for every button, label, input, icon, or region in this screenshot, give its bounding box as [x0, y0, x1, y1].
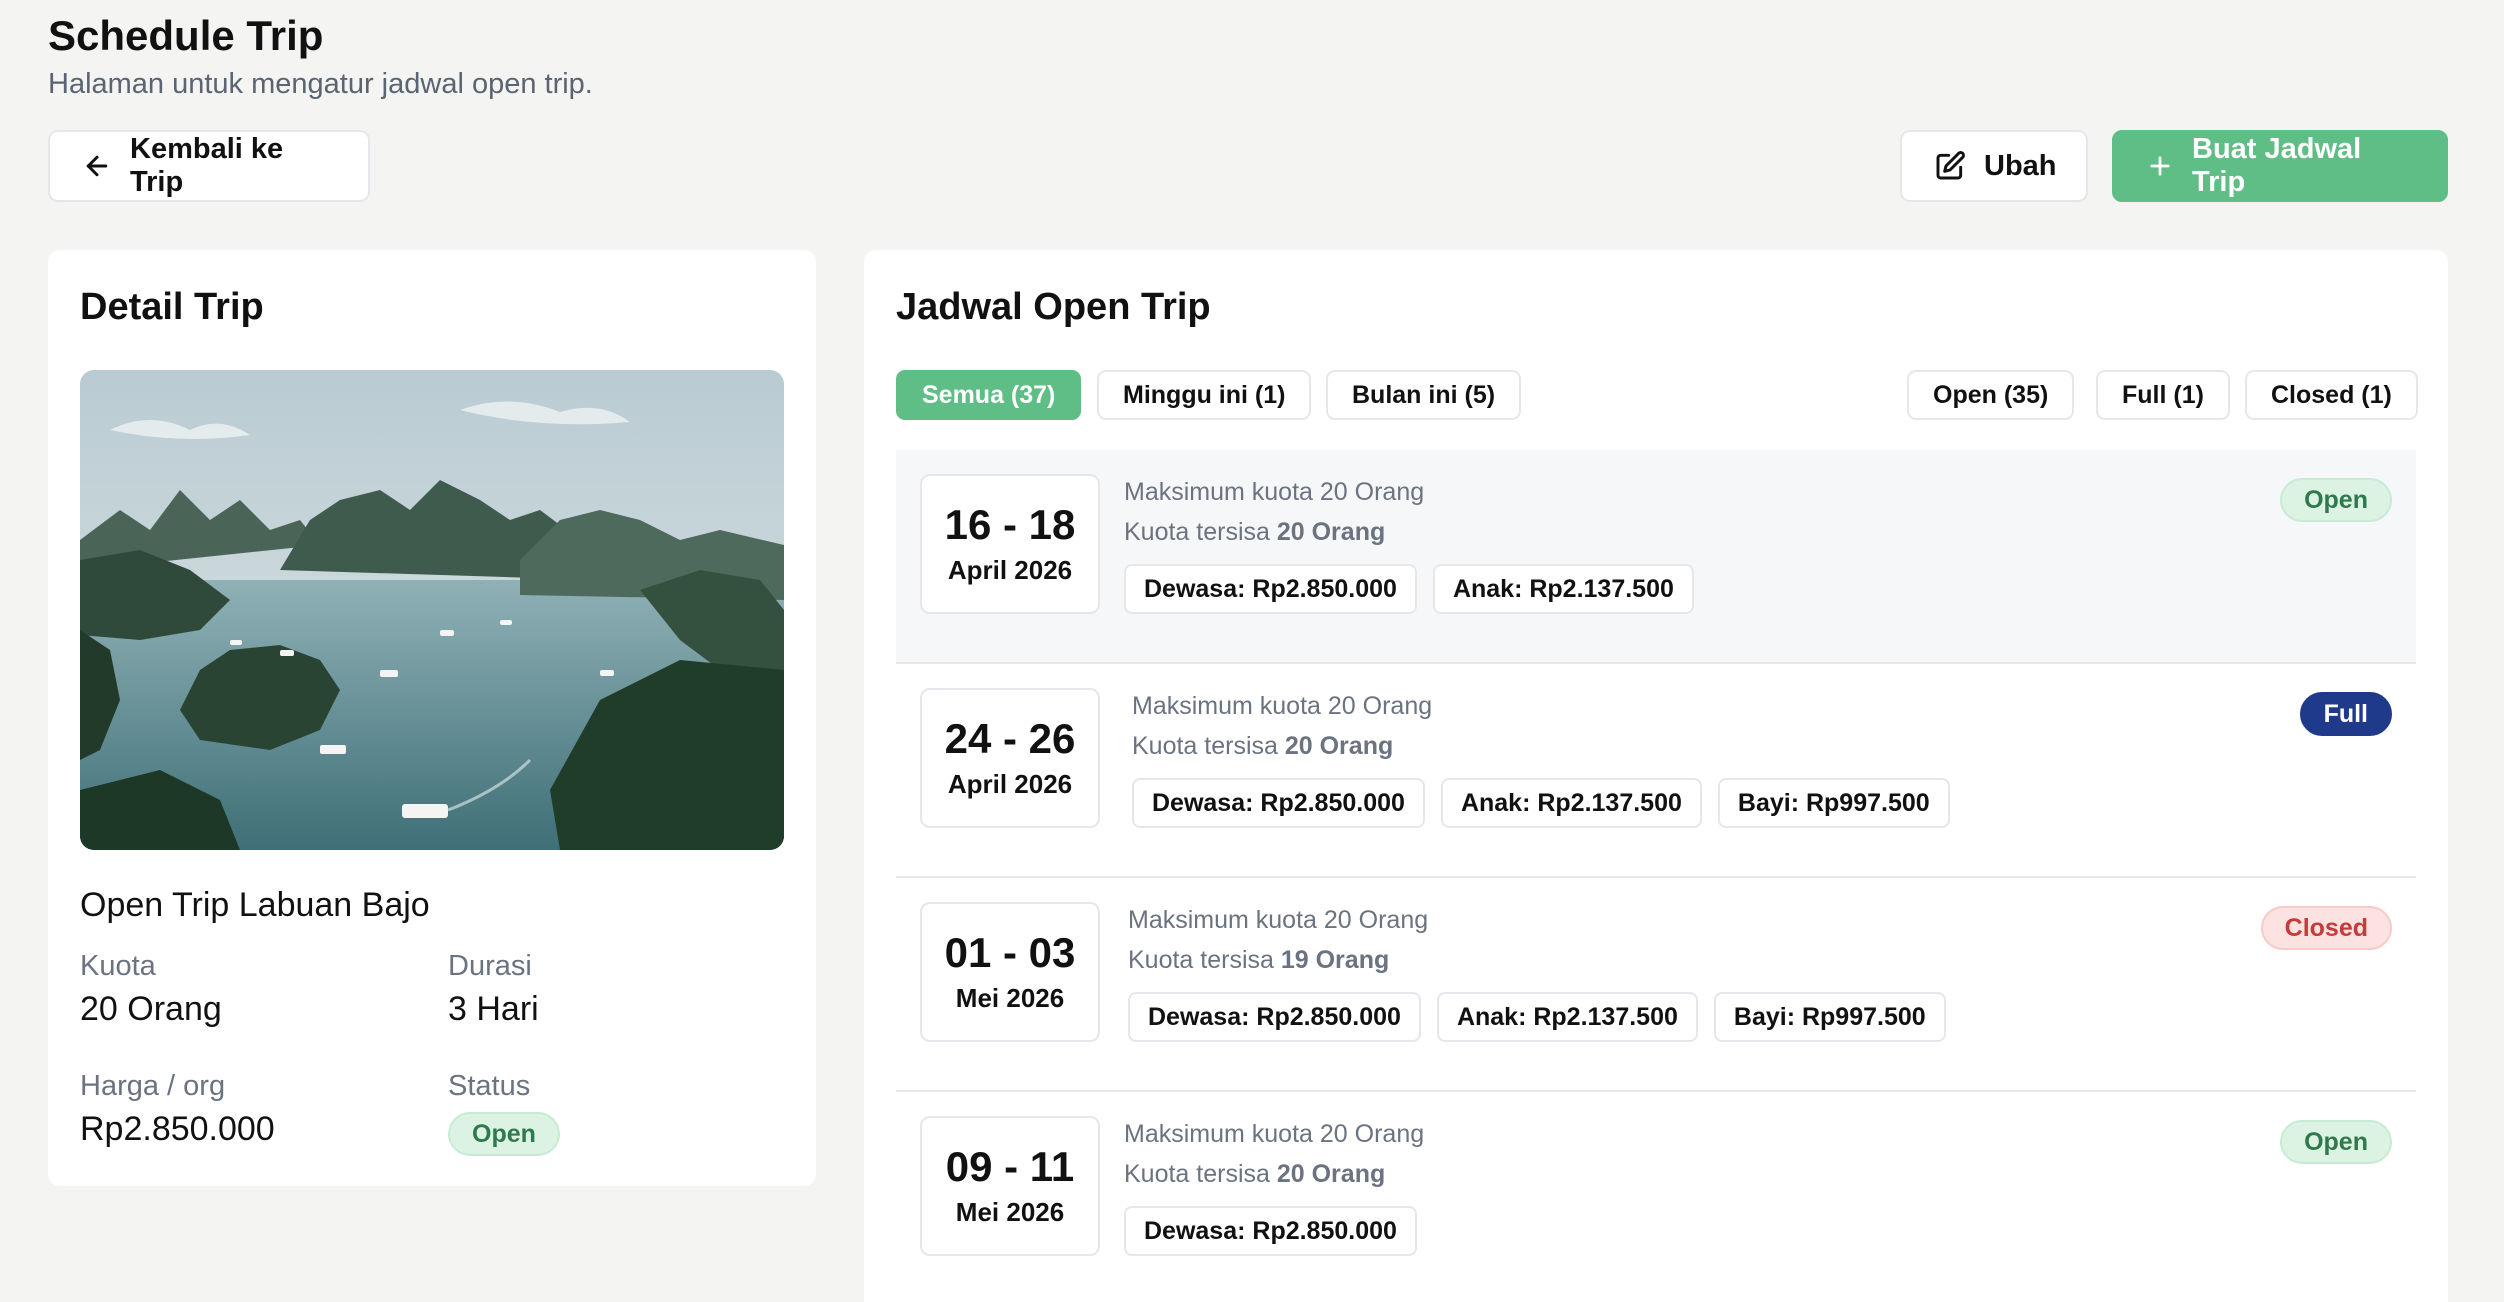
- price-tag-infant: Bayi: Rp997.500: [1717, 778, 1950, 828]
- date-range: 09 - 11: [945, 1143, 1075, 1191]
- price-tag-child: Anak: Rp2.137.500: [1436, 992, 1698, 1042]
- date-range: 16 - 18: [944, 501, 1076, 549]
- price-tags: Dewasa: Rp2.850.000 Anak: Rp2.137.500: [1124, 564, 1694, 614]
- date-box: 16 - 18 April 2026: [920, 474, 1100, 614]
- remaining-quota: Kuota tersisa 20 Orang: [1124, 518, 1386, 546]
- max-quota: Maksimum kuota 20 Orang: [1124, 1120, 1425, 1148]
- date-month: Mei 2026: [955, 1196, 1065, 1227]
- schedule-row[interactable]: 09 - 11 Mei 2026 Maksimum kuota 20 Orang…: [896, 1092, 2416, 1302]
- remaining-quota: Kuota tersisa 20 Orang: [1132, 732, 1394, 760]
- price-tag-child: Anak: Rp2.137.500: [1432, 564, 1694, 614]
- price-tag-adult: Dewasa: Rp2.850.000: [1124, 1206, 1417, 1256]
- back-to-trip-button[interactable]: Kembali ke Trip: [48, 130, 370, 202]
- max-quota: Maksimum kuota 20 Orang: [1132, 692, 1433, 720]
- date-box: 09 - 11 Mei 2026: [920, 1116, 1100, 1256]
- price-tags: Dewasa: Rp2.850.000 Anak: Rp2.137.500 Ba…: [1128, 992, 1946, 1042]
- trip-image: [80, 370, 784, 850]
- create-schedule-label: Buat Jadwal Trip: [2192, 133, 2362, 198]
- filter-closed[interactable]: Closed (1): [2245, 370, 2418, 420]
- price-tags: Dewasa: Rp2.850.000 Anak: Rp2.137.500 Ba…: [1132, 778, 1950, 828]
- edit-icon: [1934, 150, 1966, 182]
- edit-button[interactable]: Ubah: [1900, 130, 2088, 202]
- quota-label: Kuota: [80, 950, 156, 982]
- remaining-quota: Kuota tersisa 19 Orang: [1128, 946, 1390, 974]
- price-tags: Dewasa: Rp2.850.000: [1124, 1206, 1424, 1256]
- filter-open[interactable]: Open (35): [1907, 370, 2075, 420]
- filter-all[interactable]: Semua (37): [896, 370, 1082, 420]
- date-month: Mei 2026: [955, 982, 1065, 1013]
- status-badge: Open: [448, 1112, 560, 1156]
- date-box: 24 - 26 April 2026: [920, 688, 1100, 828]
- remaining-quota: Kuota tersisa 20 Orang: [1124, 1160, 1386, 1188]
- plus-icon: [2146, 152, 2174, 180]
- max-quota: Maksimum kuota 20 Orang: [1128, 906, 1429, 934]
- row-info: Maksimum kuota 20 Orang Kuota tersisa 20…: [1132, 686, 1950, 828]
- quota-value: 20 Orang: [80, 990, 222, 1028]
- trip-name: Open Trip Labuan Bajo: [80, 886, 430, 924]
- price-tag-adult: Dewasa: Rp2.850.000: [1132, 778, 1425, 828]
- status-label: Status: [448, 1070, 531, 1102]
- schedule-title: Jadwal Open Trip: [896, 286, 1211, 328]
- date-range: 01 - 03: [944, 929, 1076, 977]
- detail-trip-title: Detail Trip: [80, 286, 264, 328]
- status-badge: Full: [2299, 692, 2392, 736]
- page-title: Schedule Trip: [48, 12, 324, 59]
- price-tag-adult: Dewasa: Rp2.850.000: [1124, 564, 1417, 614]
- max-quota: Maksimum kuota 20 Orang: [1124, 478, 1425, 506]
- price-label: Harga / org: [80, 1070, 226, 1102]
- duration-label: Durasi: [448, 950, 532, 982]
- schedule-row[interactable]: 01 - 03 Mei 2026 Maksimum kuota 20 Orang…: [896, 878, 2416, 1092]
- create-schedule-button[interactable]: Buat Jadwal Trip: [2112, 130, 2448, 202]
- schedule-row[interactable]: 16 - 18 April 2026 Maksimum kuota 20 Ora…: [896, 450, 2416, 664]
- price-tag-adult: Dewasa: Rp2.850.000: [1128, 992, 1421, 1042]
- date-month: April 2026: [947, 768, 1073, 799]
- back-to-trip-label: Kembali ke Trip: [130, 133, 284, 198]
- edit-label: Ubah: [1984, 149, 2057, 182]
- date-range: 24 - 26: [944, 715, 1076, 763]
- date-box: 01 - 03 Mei 2026: [920, 902, 1100, 1042]
- price-value: Rp2.850.000: [80, 1110, 275, 1148]
- filter-this-month[interactable]: Bulan ini (5): [1326, 370, 1522, 420]
- schedule-trip-page: Schedule Trip Halaman untuk mengatur jad…: [0, 0, 2504, 1302]
- price-tag-infant: Bayi: Rp997.500: [1713, 992, 1946, 1042]
- row-info: Maksimum kuota 20 Orang Kuota tersisa 20…: [1124, 472, 1694, 614]
- filter-this-week[interactable]: Minggu ini (1): [1097, 370, 1312, 420]
- page-subtitle: Halaman untuk mengatur jadwal open trip.: [48, 68, 593, 100]
- price-tag-child: Anak: Rp2.137.500: [1440, 778, 1702, 828]
- duration-value: 3 Hari: [448, 990, 539, 1028]
- status-badge: Open: [2280, 478, 2392, 522]
- status-badge: Closed: [2260, 906, 2392, 950]
- schedule-row[interactable]: 24 - 26 April 2026 Maksimum kuota 20 Ora…: [896, 664, 2416, 878]
- date-month: April 2026: [947, 554, 1073, 585]
- arrow-left-icon: [82, 151, 112, 181]
- row-info: Maksimum kuota 20 Orang Kuota tersisa 19…: [1128, 900, 1946, 1042]
- detail-trip-card: Detail Trip Open Trip Labuan Bajo Kuota …: [48, 250, 816, 1186]
- filter-full[interactable]: Full (1): [2096, 370, 2230, 420]
- row-info: Maksimum kuota 20 Orang Kuota tersisa 20…: [1124, 1114, 1424, 1256]
- status-badge: Open: [2280, 1120, 2392, 1164]
- schedule-card: Jadwal Open Trip Semua (37) Minggu ini (…: [864, 250, 2448, 1302]
